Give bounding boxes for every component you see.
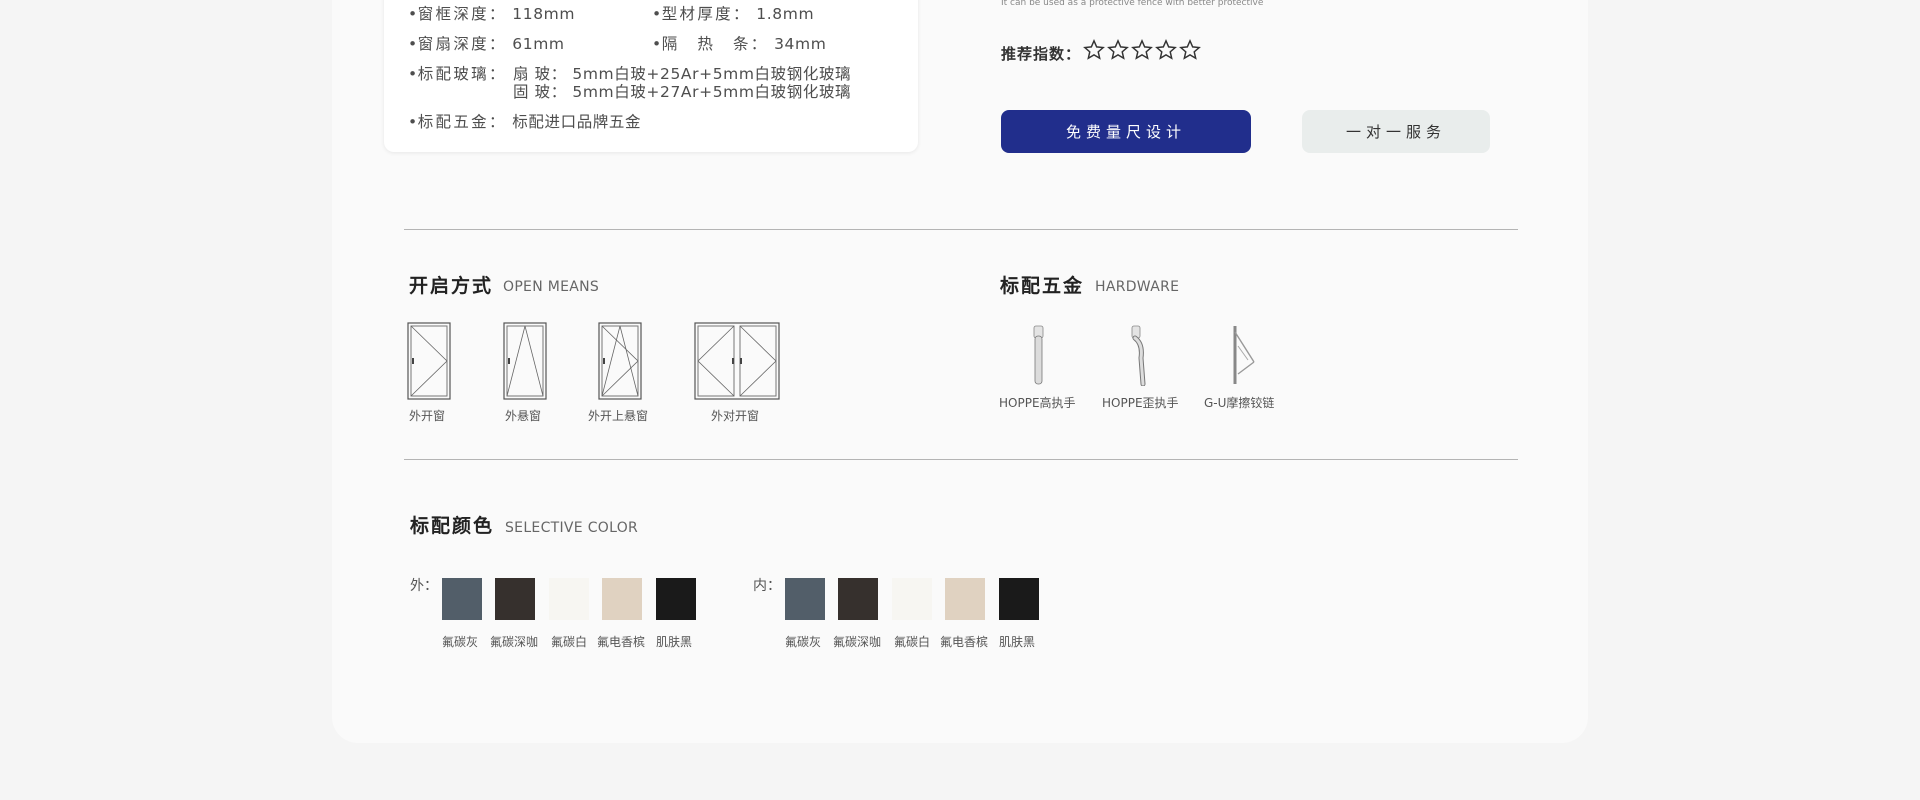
spec-hardware: •标配五金： 标配进口品牌五金 [408, 113, 642, 131]
spec-frame-depth: •窗框深度： 118mm [408, 5, 576, 23]
high-handle-icon [1033, 325, 1044, 385]
inner-color-label: 内： [753, 578, 781, 594]
open-means-title: 开启方式 [409, 275, 494, 297]
open-mean-label: 外开窗 [409, 409, 446, 423]
star-icon [1131, 39, 1153, 60]
spec-thermal-strip: •隔 热 条： 34mm [652, 35, 827, 53]
open-mean-label: 外悬窗 [505, 409, 542, 423]
free-measure-button[interactable]: 免费量尺设计 [1001, 110, 1251, 153]
color-swatch-label: 氟碳深咖 [833, 635, 882, 649]
rating-stars [1083, 39, 1201, 61]
hardware-label: G-U摩擦铰链 [1204, 396, 1275, 410]
outer-color-swatch[interactable] [602, 578, 642, 620]
outer-color-swatch[interactable] [442, 578, 482, 620]
star-icon [1179, 39, 1201, 60]
color-title: 标配颜色 [410, 515, 495, 537]
color-swatch-label: 肌肤黑 [999, 635, 1036, 649]
color-swatch-label: 氟碳白 [894, 635, 931, 649]
inner-color-swatch[interactable] [892, 578, 932, 620]
tilt-turn-window-icon [598, 322, 642, 400]
spec-glass: •标配玻璃： [408, 65, 507, 83]
star-icon [1083, 39, 1105, 60]
open-mean-label: 外对开窗 [711, 409, 760, 423]
awning-window-icon [503, 322, 547, 400]
inner-color-swatch[interactable] [945, 578, 985, 620]
color-swatch-label: 氟电香槟 [940, 635, 989, 649]
hardware-label: HOPPE高执手 [999, 396, 1076, 410]
spec-profile-thickness: •型材厚度： 1.8mm [652, 5, 815, 23]
color-swatch-label: 肌肤黑 [656, 635, 693, 649]
open-mean-label: 外开上悬窗 [588, 409, 649, 423]
color-swatch-label: 氟碳灰 [785, 635, 822, 649]
spec-glass-fixed: 固 玻： 5mm白玻+27Ar+5mm白玻钢化玻璃 [513, 83, 852, 101]
star-icon [1107, 39, 1129, 60]
spec-sash-depth: •窗扇深度： 61mm [408, 35, 565, 53]
inner-color-swatch[interactable] [999, 578, 1039, 620]
rating-label: 推荐指数： [1001, 45, 1082, 63]
tagline-text: It can be used as a protective fence wit… [1001, 0, 1264, 8]
color-swatch-label: 氟碳白 [551, 635, 588, 649]
hardware-title: 标配五金 [1000, 275, 1085, 297]
curved-handle-icon [1131, 325, 1146, 386]
double-casement-window-icon [694, 322, 780, 400]
star-icon [1155, 39, 1177, 60]
outer-color-swatch[interactable] [656, 578, 696, 620]
casement-window-icon [407, 322, 451, 400]
section-divider [404, 459, 1518, 460]
outer-color-swatch[interactable] [549, 578, 589, 620]
hardware-label: HOPPE歪执手 [1102, 396, 1179, 410]
friction-hinge-icon [1233, 326, 1255, 384]
outer-color-label: 外： [410, 578, 438, 594]
inner-color-swatch[interactable] [785, 578, 825, 620]
color-swatch-label: 氟电香槟 [597, 635, 646, 649]
section-divider [404, 229, 1518, 230]
inner-color-swatch[interactable] [838, 578, 878, 620]
color-swatch-label: 氟碳灰 [442, 635, 479, 649]
one-on-one-service-button[interactable]: 一对一服务 [1302, 110, 1490, 153]
hardware-subtitle: HARDWARE [1095, 279, 1180, 295]
open-means-subtitle: OPEN MEANS [503, 279, 600, 295]
outer-color-swatch[interactable] [495, 578, 535, 620]
color-swatch-label: 氟碳深咖 [490, 635, 539, 649]
color-subtitle: SELECTIVE COLOR [505, 520, 639, 536]
